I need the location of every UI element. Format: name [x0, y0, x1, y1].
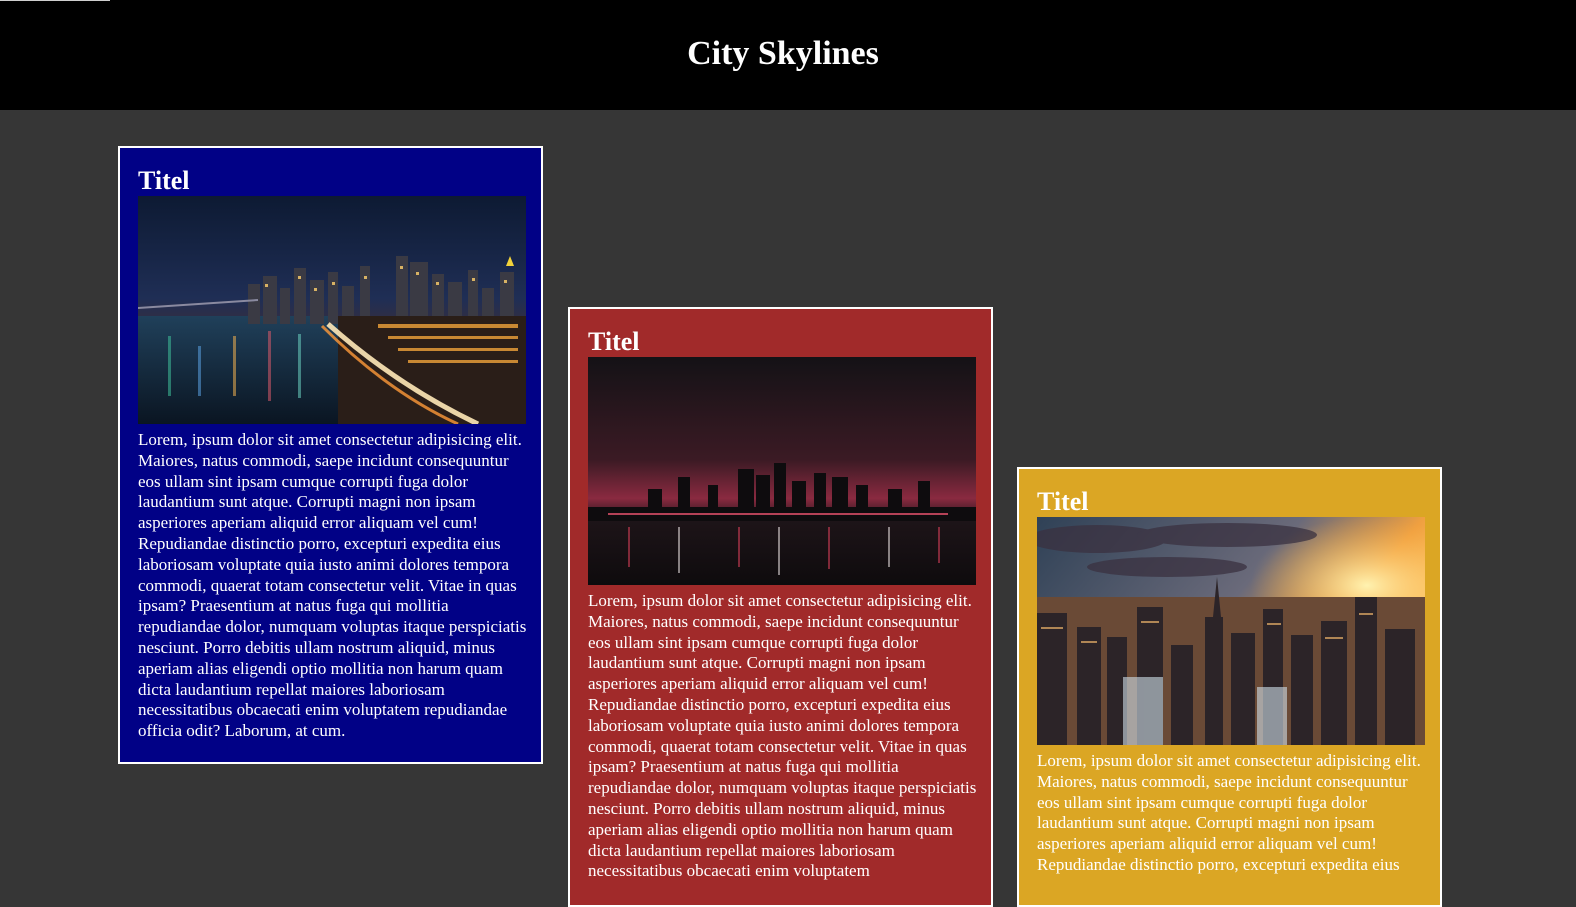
card-image-sunset-city: [1037, 517, 1425, 745]
page-header: City Skylines: [0, 0, 1576, 110]
card-title: Titel: [1037, 487, 1089, 516]
card-image-night-skyline: [138, 196, 526, 424]
card-text: Lorem, ipsum dolor sit amet consectetur …: [138, 430, 527, 741]
card-text: Lorem, ipsum dolor sit amet consectetur …: [1037, 751, 1421, 874]
card-night-skyline: Titel Lorem, ipsum dolor sit amet consec…: [118, 146, 543, 764]
card-text: Lorem, ipsum dolor sit amet consectetur …: [588, 591, 977, 881]
card-sunset-city: Titel Lorem, ipsum dolor sit amet consec…: [1017, 467, 1442, 907]
card-title: Titel: [588, 327, 640, 356]
card-image-dusk-skyline: [588, 357, 976, 585]
card-dusk-skyline: Titel Lorem, ipsum dolor sit amet consec…: [568, 307, 993, 907]
page-title: City Skylines: [687, 35, 879, 72]
card-title: Titel: [138, 166, 190, 195]
header-top-line: [0, 0, 110, 1]
